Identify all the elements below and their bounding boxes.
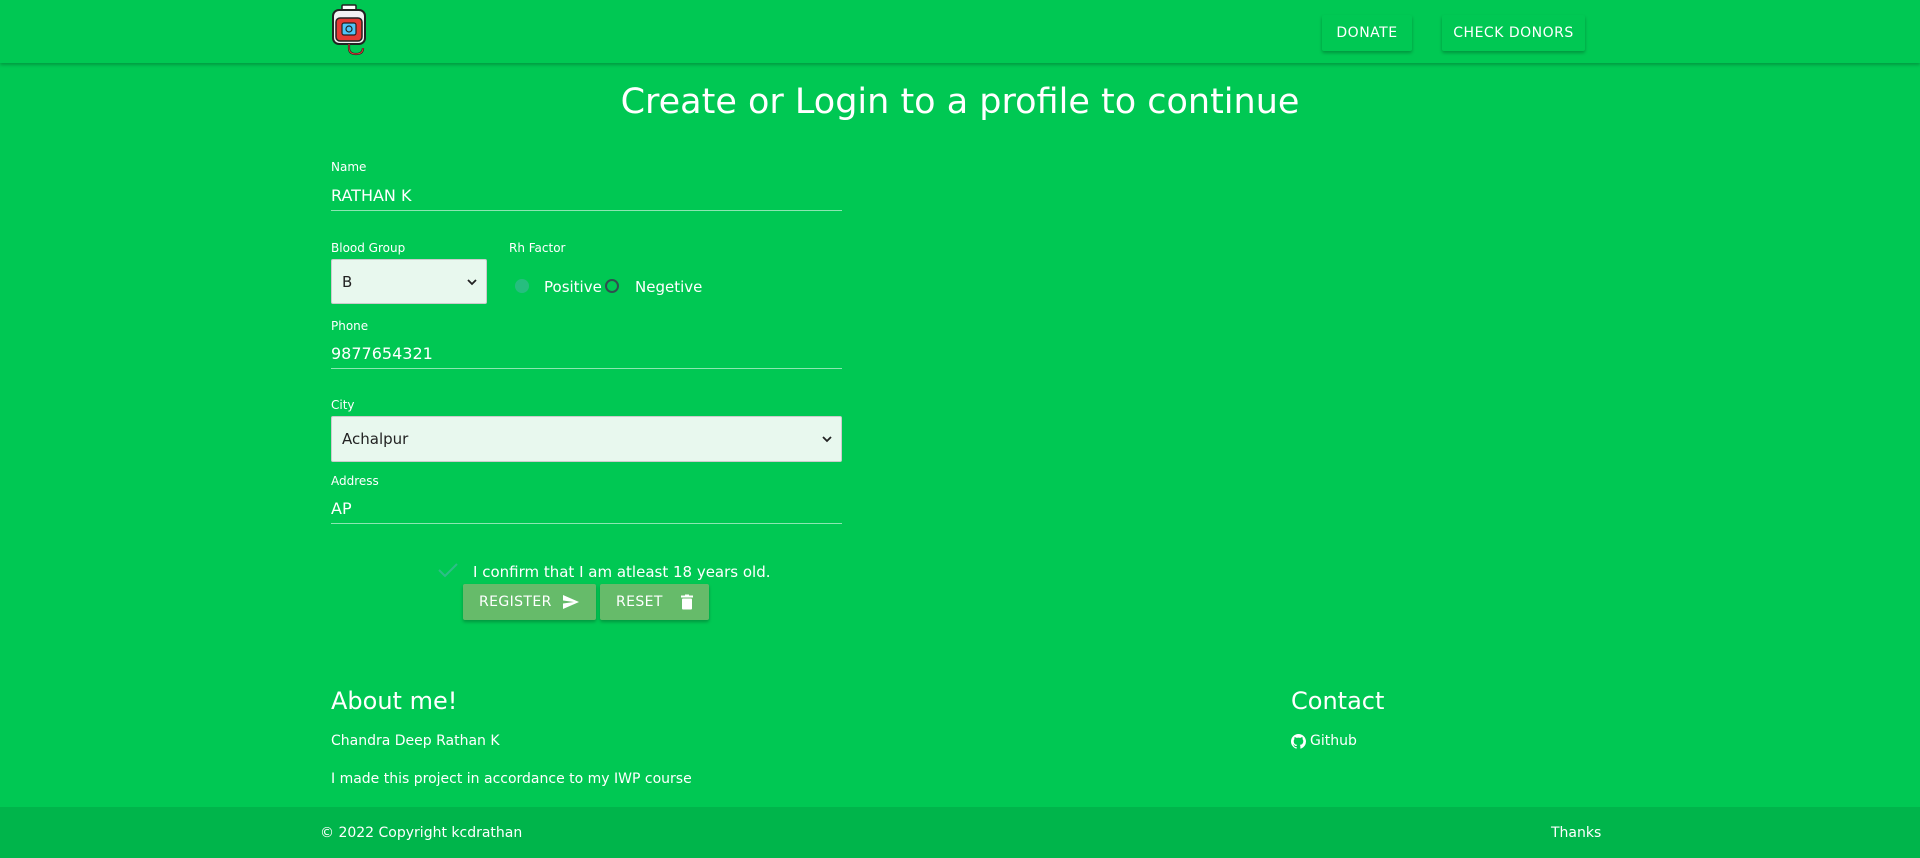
rh-positive-label[interactable]: Positive — [544, 278, 602, 296]
contact-title: Contact — [1291, 687, 1385, 715]
copyright-text: © 2022 Copyright kcdrathan — [320, 825, 523, 841]
name-input[interactable] — [331, 180, 842, 211]
chevron-down-icon — [467, 278, 477, 285]
blood-group-value: B — [342, 272, 353, 291]
blood-group-select[interactable]: B — [331, 259, 487, 304]
register-button[interactable]: REGISTER — [463, 584, 596, 620]
github-link[interactable]: Github — [1291, 733, 1357, 749]
about-title: About me! — [331, 687, 458, 715]
age-confirm-label[interactable]: I confirm that I am atleast 18 years old… — [473, 563, 771, 581]
address-label: Address — [331, 474, 379, 488]
github-icon — [1291, 733, 1306, 749]
github-label: Github — [1310, 733, 1357, 749]
blood-group-label: Blood Group — [331, 241, 406, 255]
send-icon — [563, 595, 579, 609]
reset-label: RESET — [616, 594, 663, 610]
rh-negative-radio[interactable] — [605, 279, 619, 293]
navbar: DONATE CHECK DONORS — [0, 0, 1920, 63]
check-donors-button[interactable]: CHECK DONORS — [1442, 15, 1585, 51]
reset-button[interactable]: RESET — [600, 584, 709, 620]
rh-positive-radio[interactable] — [515, 279, 529, 293]
copyright-bar — [0, 807, 1920, 858]
city-select[interactable]: Achalpur — [331, 416, 842, 462]
delete-icon — [681, 594, 693, 610]
blood-bag-icon[interactable] — [330, 4, 368, 56]
donate-button[interactable]: DONATE — [1322, 15, 1412, 51]
phone-label: Phone — [331, 319, 369, 333]
rh-factor-label: Rh Factor — [509, 241, 566, 255]
name-label: Name — [331, 160, 367, 174]
city-label: City — [331, 398, 355, 412]
about-description: I made this project in accordance to my … — [331, 771, 692, 787]
address-input[interactable] — [331, 493, 842, 524]
thanks-text: Thanks — [1551, 825, 1602, 841]
page-title: Create or Login to a profile to continue — [620, 82, 1300, 122]
city-value: Achalpur — [342, 430, 409, 448]
checkbox-checked-icon[interactable] — [437, 562, 459, 578]
chevron-down-icon — [822, 436, 832, 443]
phone-input[interactable] — [331, 338, 842, 369]
register-label: REGISTER — [479, 594, 552, 610]
rh-negative-label[interactable]: Negetive — [635, 278, 702, 296]
author-name: Chandra Deep Rathan K — [331, 733, 500, 749]
